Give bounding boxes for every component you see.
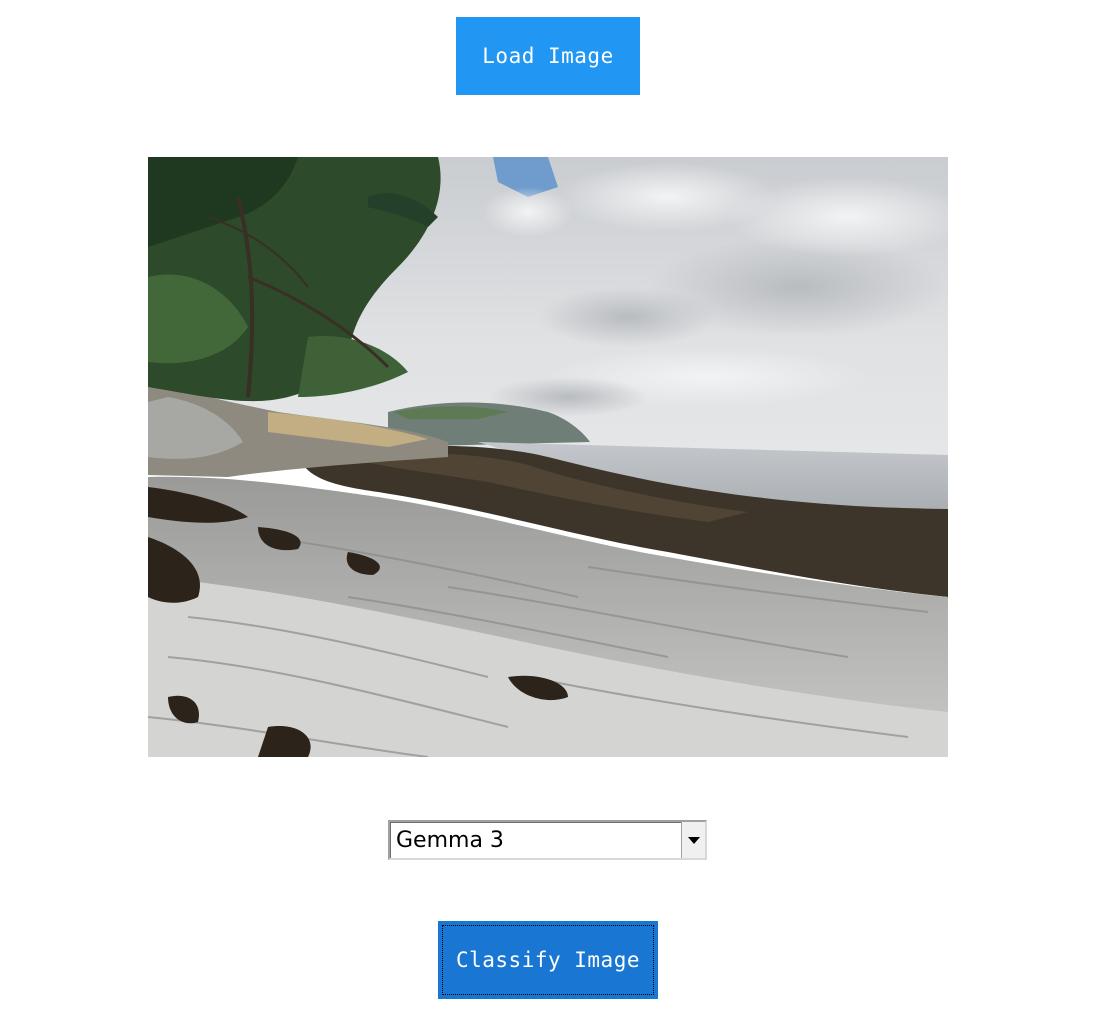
model-select[interactable]: Gemma 3 <box>388 820 707 860</box>
chevron-down-icon <box>687 836 700 844</box>
classify-image-button[interactable]: Classify Image <box>438 921 658 999</box>
model-select-dropdown-button[interactable] <box>681 822 705 858</box>
model-select-value: Gemma 3 <box>396 827 504 853</box>
load-image-button-label: Load Image <box>482 44 614 68</box>
load-image-button[interactable]: Load Image <box>456 17 640 95</box>
loaded-image <box>148 157 948 757</box>
classify-image-button-label: Classify Image <box>455 948 640 972</box>
